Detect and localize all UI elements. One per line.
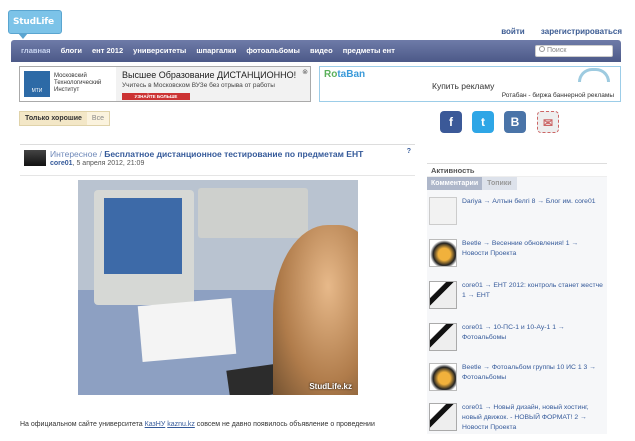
banner-mti-left: МТИ Московский Технологический Институт <box>20 67 116 101</box>
avatar <box>429 197 457 225</box>
activity-tabs: Комментарии Топики <box>427 177 607 190</box>
article-meta: core01, 5 апреля 2012, 21:09 <box>50 160 144 167</box>
banner-subline: Учитесь в Московском ВУЗе без отрыва от … <box>122 82 275 89</box>
tab-comments[interactable]: Комментарии <box>427 177 483 190</box>
photo-watermark: StudLife.kz <box>309 382 352 391</box>
article-author-link[interactable]: core01 <box>50 160 73 167</box>
activity-item[interactable]: Beetle → Весенние обновления! 1 → Новост… <box>427 237 607 277</box>
avatar <box>429 239 457 267</box>
mti-logo-icon: МТИ <box>24 71 50 97</box>
avatar <box>429 403 457 431</box>
nav-item-home[interactable]: главная <box>21 40 51 62</box>
nav-item-ent-subjects[interactable]: предметы ент <box>343 40 395 62</box>
nav-item-blogs[interactable]: блоги <box>61 40 82 62</box>
facebook-glyph: f <box>449 115 453 129</box>
tab-topics[interactable]: Топики <box>482 177 517 190</box>
photo-monitor-back <box>198 188 308 238</box>
body-text-after: совсем не давно появилось объявление о п… <box>194 421 375 428</box>
article-body: На официальном сайте университета КазНУ … <box>20 421 375 428</box>
nav-item-cheatsheets[interactable]: шпаргалки <box>196 40 236 62</box>
register-link[interactable]: зарегистрироваться <box>541 27 622 36</box>
activity-sidebar: Активность Комментарии Топики Dariya → А… <box>427 163 607 434</box>
search-placeholder: Поиск <box>547 47 567 54</box>
rotaban-arc-icon <box>578 68 610 82</box>
mti-abbr: МТИ <box>31 88 43 94</box>
avatar <box>429 363 457 391</box>
mti-line3: Институт <box>54 87 80 93</box>
logo-text: StudLife <box>13 17 54 27</box>
login-link[interactable]: войти <box>501 27 524 36</box>
activity-title: Активность <box>427 163 607 177</box>
activity-text: Dariya → Алтын белгі 8 → Блог им. core01 <box>462 198 596 205</box>
filter-good-only[interactable]: Только хорошие <box>20 112 87 125</box>
activity-text: core01 → ЕНТ 2012: контроль станет жестч… <box>462 282 603 299</box>
nav-item-universities[interactable]: университеты <box>133 40 186 62</box>
article-title-link[interactable]: Бесплатное дистанционное тестирование по… <box>104 149 363 159</box>
photo-person <box>273 225 358 395</box>
activity-text: core01 → Новый дизайн, новый хостинг, но… <box>462 404 589 431</box>
mti-line2: Технологический <box>54 80 102 86</box>
auth-links: войти зарегистрироваться <box>487 27 622 36</box>
banner-mti-right: Высшее Образование ДИСТАНЦИОННО! Учитесь… <box>116 67 310 101</box>
filter-tabs: Только хорошие Все <box>19 111 110 126</box>
activity-item[interactable]: core01 → 10-ПС-1 и 10-Ау-1 1 → Фотоальбо… <box>427 321 607 361</box>
help-icon[interactable]: ? <box>407 148 411 155</box>
activity-item[interactable]: Dariya → Алтын белгі 8 → Блог им. core01 <box>427 195 607 235</box>
banner-headline: Высшее Образование ДИСТАНЦИОННО! <box>122 70 297 80</box>
site-logo[interactable]: StudLife <box>8 10 62 39</box>
activity-text: Beetle → Фотоальбом группы 10 ИС 1 3 → Ф… <box>462 364 596 381</box>
article-thumbnail[interactable] <box>24 150 46 166</box>
avatar <box>429 323 457 351</box>
activity-text: core01 → 10-ПС-1 и 10-Ау-1 1 → Фотоальбо… <box>462 324 565 341</box>
mail-glyph: ✉ <box>542 116 554 130</box>
rotaban-logo: RotaBan <box>324 69 365 80</box>
photo-screen <box>104 198 182 274</box>
filter-all[interactable]: Все <box>86 112 109 125</box>
photo-paper <box>137 298 237 362</box>
article-header: Интересное / Бесплатное дистанционное те… <box>20 144 415 176</box>
article-title-line: Интересное / Бесплатное дистанционное те… <box>50 149 363 159</box>
rotaban-subtitle: Ротабан - биржа баннерной рекламы <box>501 92 614 99</box>
avatar <box>429 281 457 309</box>
search-icon <box>539 46 545 52</box>
activity-item[interactable]: core01 → Новый дизайн, новый хостинг, но… <box>427 401 607 441</box>
close-icon[interactable]: ⊗ <box>302 68 308 76</box>
rotaban-brand-a: Ro <box>324 69 338 80</box>
article-date: , 5 апреля 2012, 21:09 <box>72 160 145 167</box>
twitter-glyph: t <box>481 115 485 129</box>
nav-item-photoalbums[interactable]: фотоальбомы <box>246 40 300 62</box>
main-nav: главная блоги ент 2012 университеты шпар… <box>11 40 621 62</box>
learn-more-button[interactable]: УЗНАЙТЕ БОЛЬШЕ <box>122 93 190 100</box>
article-photo: StudLife.kz <box>78 180 358 395</box>
article-category-link[interactable]: Интересное / <box>50 149 102 159</box>
logo-speech-tail <box>18 33 28 39</box>
mail-icon[interactable]: ✉ <box>537 111 559 133</box>
nav-item-video[interactable]: видео <box>310 40 333 62</box>
kaznu-site-link[interactable]: kaznu.kz <box>167 421 195 428</box>
vkontakte-icon[interactable]: B <box>504 111 526 133</box>
twitter-icon[interactable]: t <box>472 111 494 133</box>
activity-text: Beetle → Весенние обновления! 1 → Новост… <box>462 240 579 257</box>
nav-item-ent2012[interactable]: ент 2012 <box>92 40 123 62</box>
mti-line1: Московский <box>54 73 87 79</box>
banner-mti[interactable]: МТИ Московский Технологический Институт … <box>19 66 311 102</box>
buy-ad-link[interactable]: Купить рекламу <box>432 81 494 91</box>
activity-item[interactable]: Beetle → Фотоальбом группы 10 ИС 1 3 → Ф… <box>427 361 607 401</box>
search-input[interactable]: Поиск <box>535 45 613 57</box>
activity-item[interactable]: core01 → ЕНТ 2012: контроль станет жестч… <box>427 279 607 319</box>
rotaban-brand-b: taBan <box>337 69 366 80</box>
mti-name: Московский Технологический Институт <box>54 73 101 94</box>
vkontakte-glyph: B <box>510 115 520 129</box>
body-text-before: На официальном сайте университета <box>20 421 145 428</box>
kaznu-link[interactable]: КазНУ <box>145 421 166 428</box>
banner-rotaban[interactable]: RotaBan Купить рекламу Ротабан - биржа б… <box>319 66 621 102</box>
facebook-icon[interactable]: f <box>440 111 462 133</box>
